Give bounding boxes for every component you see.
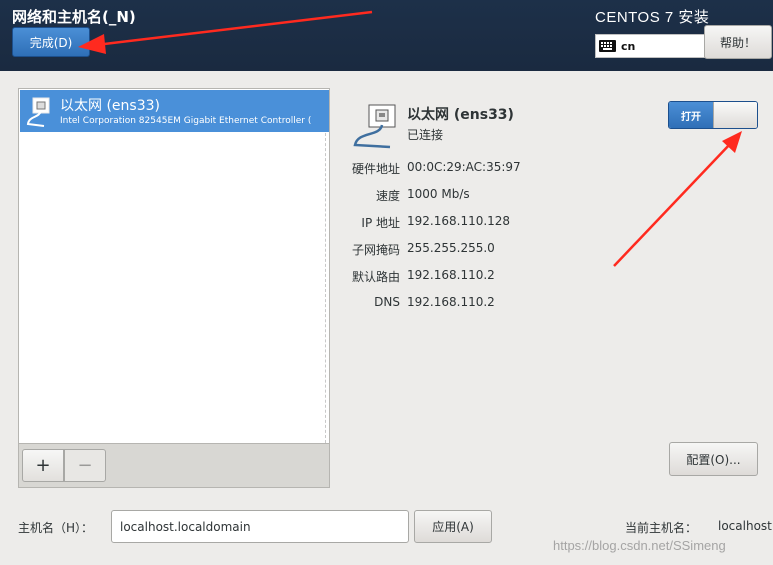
toggle-on-label: 打开 (669, 102, 713, 128)
connection-status: 已连接 (407, 128, 444, 142)
dns-label: DNS (374, 295, 400, 309)
subnet-mask-value: 255.255.255.0 (407, 241, 495, 255)
current-hostname-label: 当前主机名： (625, 521, 698, 535)
done-button[interactable]: 完成(D) (12, 27, 90, 57)
keyboard-layout-label: cn (621, 39, 636, 53)
default-route-label: 默认路由 (351, 270, 400, 284)
device-item-ens33[interactable]: 以太网 (ens33) Intel Corporation 82545EM Gi… (20, 90, 329, 132)
keyboard-icon (599, 40, 616, 52)
hostname-label: 主机名（H）： (18, 521, 94, 535)
remove-device-button[interactable]: − (64, 449, 106, 482)
hardware-address-label: 硬件地址 (351, 162, 400, 176)
hostname-input[interactable] (111, 510, 409, 543)
subnet-mask-label: 子网掩码 (351, 243, 400, 257)
default-route-value: 192.168.110.2 (407, 268, 495, 282)
device-title: 以太网 (ens33) (407, 107, 514, 123)
dns-value: 192.168.110.2 (407, 295, 495, 309)
keyboard-layout-indicator[interactable]: cn (595, 34, 705, 58)
top-bar: 网络和主机名(_N) 完成(D) CENTOS 7 安装 cn 帮助！ (0, 0, 773, 71)
configure-button[interactable]: 配置(O)... (669, 442, 758, 476)
connection-toggle[interactable]: 打开 (668, 101, 758, 129)
toggle-knob[interactable] (713, 102, 757, 128)
ethernet-icon (353, 104, 396, 149)
list-toolbar: + − (19, 443, 329, 487)
spoke-title: 网络和主机名(_N) (12, 8, 136, 26)
device-description: Intel Corporation 82545EM Gigabit Ethern… (60, 116, 312, 126)
add-device-button[interactable]: + (22, 449, 64, 482)
speed-value: 1000 Mb/s (407, 187, 470, 201)
apply-hostname-button[interactable]: 应用(A) (414, 510, 492, 543)
ip-address-value: 192.168.110.128 (407, 214, 511, 228)
list-scrollbar[interactable] (325, 133, 329, 443)
help-button[interactable]: 帮助！ (704, 25, 772, 59)
network-device-list: 以太网 (ens33) Intel Corporation 82545EM Gi… (18, 88, 330, 488)
product-title: CENTOS 7 安装 (595, 9, 710, 26)
hardware-address-value: 00:0C:29:AC:35:97 (407, 160, 521, 174)
current-hostname-value: localhost (718, 519, 772, 533)
watermark: https://blog.csdn.net/SSimeng (553, 538, 726, 553)
ethernet-icon (26, 97, 50, 127)
device-name: 以太网 (ens33) (60, 98, 160, 114)
annotation-arrow-switch (613, 131, 742, 267)
ip-address-label: IP 地址 (361, 216, 400, 230)
speed-label: 速度 (375, 189, 400, 203)
